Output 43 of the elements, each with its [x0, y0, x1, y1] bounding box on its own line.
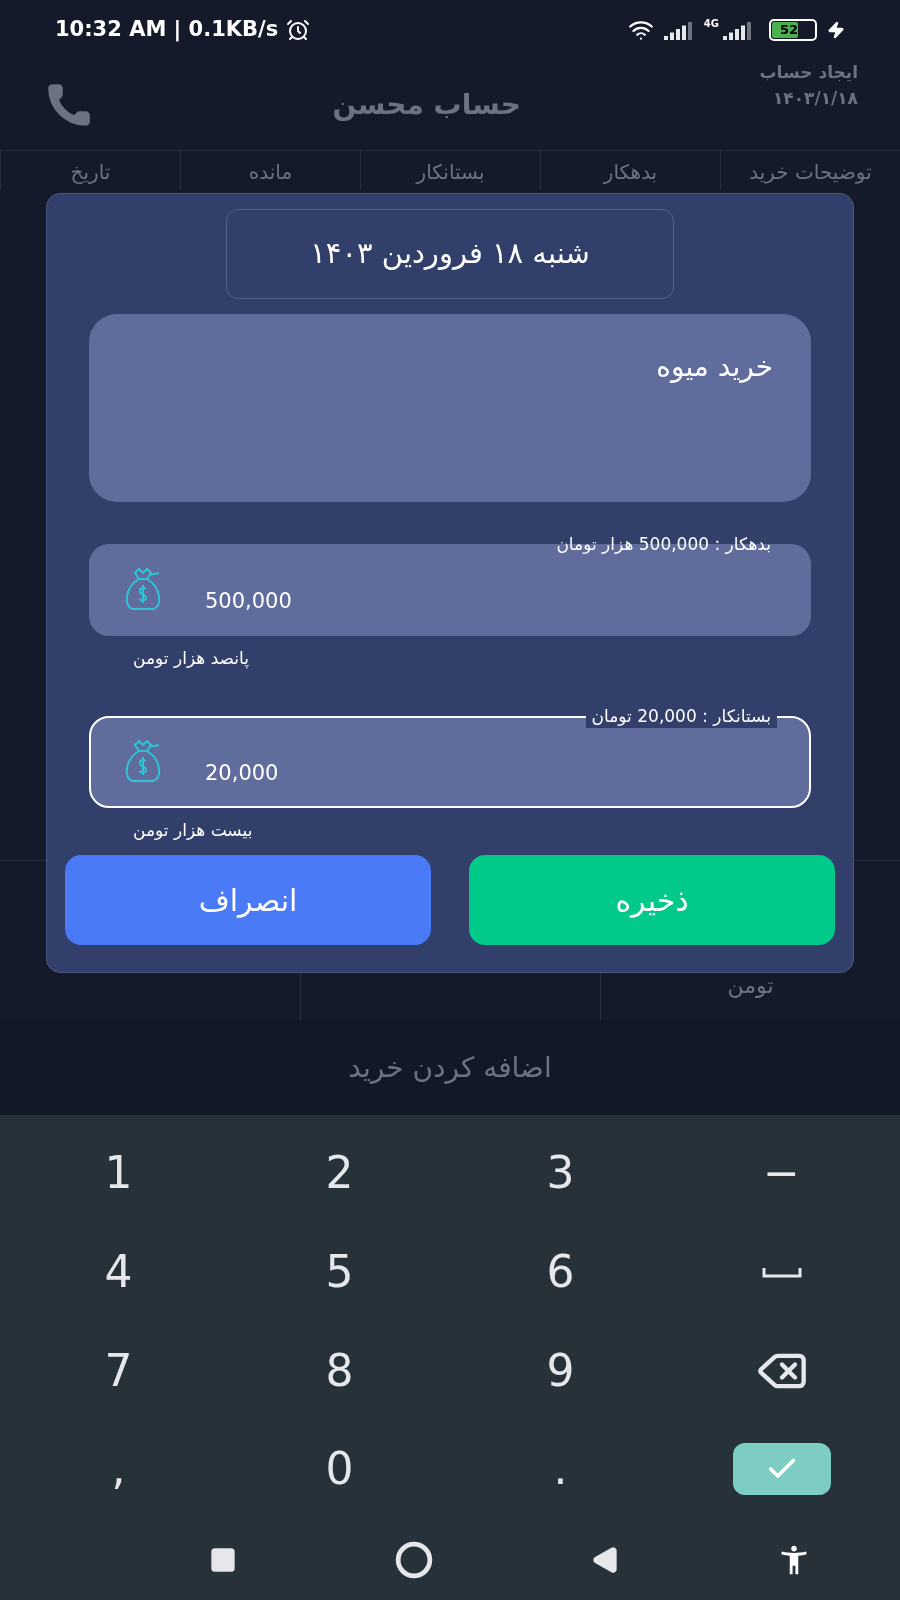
enter-key[interactable]	[732, 1443, 831, 1496]
column-header: بستانکار	[360, 151, 540, 190]
column-header: بدهکار	[540, 151, 720, 190]
created-label: ایجاد حساب	[759, 61, 858, 84]
keyboard-key[interactable]: 9	[450, 1322, 671, 1419]
keyboard-key[interactable]: 0	[229, 1421, 450, 1518]
keyboard-key[interactable]: 3	[450, 1125, 671, 1221]
keyboard-key[interactable]: 1	[8, 1125, 229, 1221]
keyboard-key[interactable]: .	[450, 1421, 671, 1518]
amount-in-words: پانصد هزار تومن	[133, 647, 249, 671]
keyboard-key[interactable]: 2	[229, 1125, 450, 1221]
back-icon[interactable]	[591, 1546, 619, 1574]
keyboard-key[interactable]: 8	[229, 1322, 450, 1419]
column-header: مانده	[180, 151, 360, 190]
signal-icon	[663, 20, 694, 40]
amount-value: 500,000	[205, 588, 292, 616]
column-header: توضیحات خرید	[720, 151, 900, 190]
amount-in-words: بیست هزار تومن	[133, 818, 253, 842]
battery-icon: 52	[769, 19, 817, 41]
keyboard-key[interactable]: 7	[8, 1322, 229, 1419]
signal-icon	[723, 20, 753, 40]
description-text: خرید میوه	[656, 350, 773, 383]
keyboard-key[interactable]: 4	[8, 1223, 229, 1320]
keyboard-key[interactable]: ,	[8, 1421, 229, 1518]
keyboard-key[interactable]: −	[671, 1125, 892, 1221]
keyboard-key[interactable]: 6	[450, 1223, 671, 1320]
description-field[interactable]: خرید میوه	[89, 314, 811, 502]
charging-icon	[827, 21, 845, 39]
account-title: حساب محسن	[332, 87, 521, 123]
status-time: 10:32 AM | 0.1KB/s	[55, 16, 279, 44]
keyboard-key[interactable]: 5	[229, 1223, 450, 1320]
field-label: بدهکار : 500,000 هزار تومان	[555, 533, 772, 556]
alarm-icon	[286, 18, 311, 42]
cancel-button[interactable]: انصراف	[65, 855, 431, 945]
table-cell-text: تومن	[727, 972, 774, 1000]
add-purchase-button[interactable]: اضافه کردن خرید	[348, 1046, 552, 1089]
date-picker[interactable]: شنبه ۱۸ فروردین ۱۴۰۳	[226, 209, 674, 299]
created-date: ۱۴۰۳/۱/۱۸	[772, 86, 858, 110]
amount-value: 20,000	[205, 759, 279, 787]
network-type: 4G	[703, 16, 719, 31]
recents-icon[interactable]	[209, 1546, 237, 1574]
column-header: تاریخ	[0, 151, 180, 190]
home-icon[interactable]	[395, 1541, 433, 1579]
